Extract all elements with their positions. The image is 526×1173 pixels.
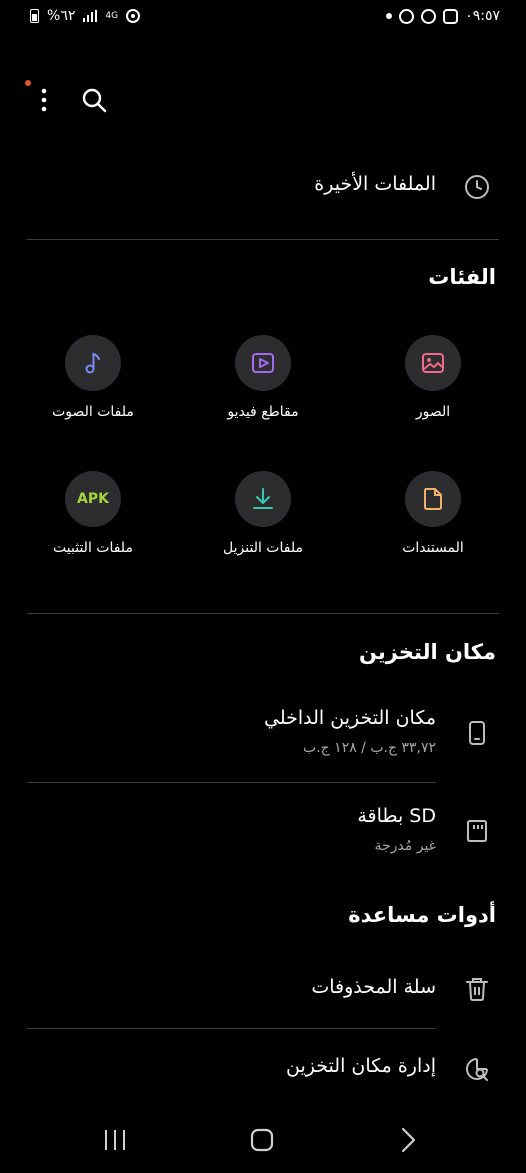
home-icon[interactable] <box>244 1122 280 1158</box>
search-icon[interactable] <box>80 86 108 114</box>
category-documents[interactable]: المستندات <box>368 471 498 556</box>
category-audio-label: ملفات الصوت <box>52 404 134 420</box>
category-documents-label: المستندات <box>402 540 464 556</box>
category-images-label: الصور <box>415 404 451 420</box>
notification-badge <box>25 80 31 86</box>
internal-storage-usage: ٣٣,٧٢ ج.ب / ١٢٨ ج.ب <box>303 740 436 756</box>
category-audio-circle <box>65 335 121 391</box>
recycle-bin-label: سلة المحذوفات <box>311 976 436 998</box>
sd-card-icon <box>467 820 487 842</box>
category-documents-circle <box>405 471 461 527</box>
category-videos-label: مقاطع فيديو <box>227 404 299 420</box>
category-videos-circle <box>235 335 291 391</box>
image-icon <box>422 353 444 373</box>
phone-icon <box>469 721 485 745</box>
divider <box>27 239 499 240</box>
category-installation-label: ملفات التثبيت <box>53 540 133 556</box>
internal-storage-label: مكان التخزين الداخلي <box>264 707 436 729</box>
status-bar-right: ٠٩:٥٧ <box>386 8 500 24</box>
back-icon[interactable] <box>390 1122 426 1158</box>
hotspot-icon <box>126 9 141 23</box>
status-bar-left: %٦٢ 4G <box>30 8 141 24</box>
divider <box>27 1028 436 1029</box>
category-downloads[interactable]: ملفات التنزيل <box>198 471 328 556</box>
category-downloads-label: ملفات التنزيل <box>223 540 303 556</box>
download-icon <box>253 488 273 509</box>
sd-card-label: بطاقة SD <box>357 805 436 827</box>
divider <box>27 782 436 783</box>
youtube-icon <box>399 8 415 24</box>
video-icon <box>252 353 274 373</box>
sd-card-status: غير مُدرجة <box>374 838 437 854</box>
trash-icon <box>466 978 488 1001</box>
category-audio[interactable]: ملفات الصوت <box>28 335 158 420</box>
category-installation[interactable]: APK ملفات التثبيت <box>28 471 158 556</box>
my-files-screen: %٦٢ 4G ٠٩:٥٧ الملفات الأخيرة الفئات الصو… <box>0 0 526 1173</box>
battery-percent: %٦٢ <box>47 8 76 24</box>
status-bar: %٦٢ 4G ٠٩:٥٧ <box>0 0 526 34</box>
category-installation-circle: APK <box>65 471 121 527</box>
category-images[interactable]: الصور <box>368 335 498 420</box>
navigation-bar <box>0 1103 526 1173</box>
more-options-icon[interactable] <box>34 86 54 116</box>
music-note-icon <box>85 352 100 374</box>
category-videos[interactable]: مقاطع فيديو <box>198 335 328 420</box>
gallery-notification-icon <box>443 8 459 24</box>
divider <box>27 613 499 614</box>
document-icon <box>424 488 442 510</box>
tools-title: أدوات مساعدة <box>348 903 496 927</box>
clock-time: ٠٩:٥٧ <box>465 8 500 24</box>
recent-files-label: الملفات الأخيرة <box>314 173 436 195</box>
recent-apps-icon[interactable] <box>97 1122 133 1158</box>
clock-icon <box>465 175 489 199</box>
categories-title: الفئات <box>428 265 496 289</box>
app-notification-icon <box>421 8 437 24</box>
network-type: 4G <box>105 10 119 21</box>
storage-manage-icon <box>466 1058 488 1081</box>
storage-title: مكان التخزين <box>359 640 496 664</box>
signal-icon <box>83 10 98 22</box>
category-images-circle <box>405 335 461 391</box>
apk-icon: APK <box>77 491 109 507</box>
battery-icon <box>30 9 39 23</box>
storage-manage-label: إدارة مكان التخزين <box>286 1055 436 1077</box>
notification-dot-icon <box>386 13 393 19</box>
category-downloads-circle <box>235 471 291 527</box>
